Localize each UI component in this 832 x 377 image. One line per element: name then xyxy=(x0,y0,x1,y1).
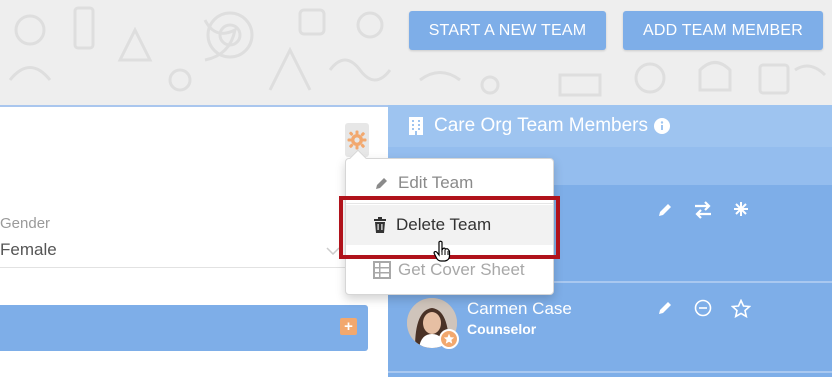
team-members-header: Care Org Team Members xyxy=(388,105,832,147)
member-name[interactable]: Carmen Case xyxy=(467,299,572,319)
pencil-icon xyxy=(370,175,394,191)
list-item[interactable]: Carmen Case Counselor xyxy=(388,283,832,371)
edit-team-menu-item[interactable]: Edit Team xyxy=(346,163,553,203)
chevron-down-icon[interactable] xyxy=(326,246,340,256)
row-actions xyxy=(646,201,760,219)
row-divider xyxy=(388,371,832,373)
start-new-team-button[interactable]: START A NEW TEAM xyxy=(409,11,606,50)
spreadsheet-icon xyxy=(370,261,394,279)
gender-label: Gender xyxy=(0,215,51,232)
member-role: Counselor xyxy=(467,321,537,337)
star-icon[interactable] xyxy=(722,299,760,318)
add-team-member-button[interactable]: ADD TEAM MEMBER xyxy=(623,11,823,50)
trash-icon xyxy=(368,217,392,233)
edit-team-label: Edit Team xyxy=(398,173,474,192)
building-icon xyxy=(409,117,423,135)
transfer-icon[interactable] xyxy=(684,201,722,219)
top-banner: START A NEW TEAM ADD TEAM MEMBER xyxy=(0,0,832,105)
menu-divider xyxy=(346,203,553,204)
delete-team-label: Delete Team xyxy=(396,215,492,234)
gear-icon xyxy=(347,130,367,150)
section-bar xyxy=(0,305,368,351)
pencil-icon[interactable] xyxy=(646,299,684,318)
gender-select-value[interactable]: Female xyxy=(0,240,57,260)
minus-circle-icon[interactable] xyxy=(684,299,722,318)
get-cover-sheet-label: Get Cover Sheet xyxy=(398,260,525,279)
delete-team-menu-item[interactable]: Delete Team xyxy=(346,205,553,245)
team-members-title: Care Org Team Members xyxy=(434,115,648,136)
pencil-icon[interactable] xyxy=(646,201,684,219)
star-badge-icon xyxy=(439,329,459,349)
snowflake-icon[interactable] xyxy=(722,201,760,219)
team-details-panel: Gender Female + xyxy=(0,105,388,377)
hand-cursor-icon xyxy=(433,240,451,262)
gender-field-underline xyxy=(0,267,345,268)
plus-icon[interactable]: + xyxy=(340,318,357,335)
info-icon[interactable] xyxy=(654,118,670,134)
team-settings-menu: Edit Team Delete Team Get Cover Sheet xyxy=(345,149,554,295)
row-actions xyxy=(646,299,760,318)
